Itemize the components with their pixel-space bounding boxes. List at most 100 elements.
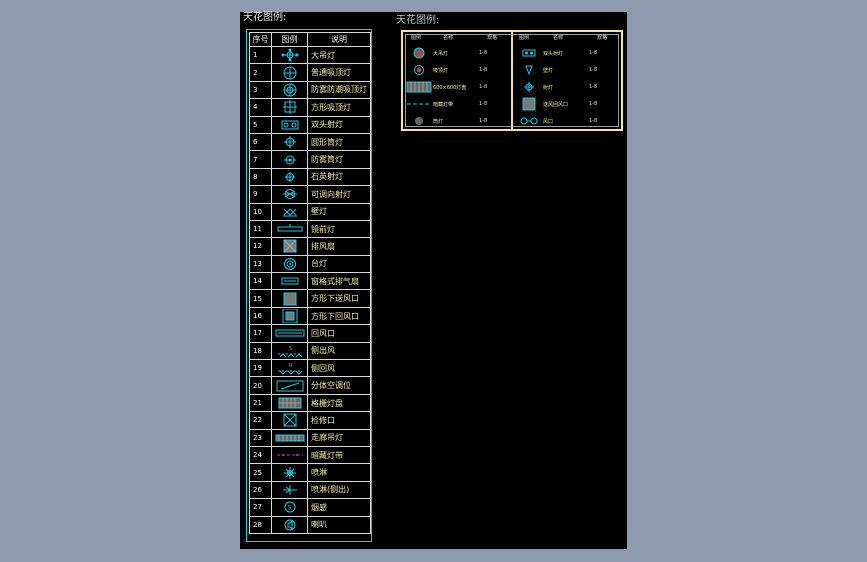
legend-row-number: 1 (249, 45, 272, 65)
legend-row-description: 暗藏灯带 (307, 445, 371, 465)
legend-row-number: 12 (249, 237, 272, 256)
summary-right-row: 壁灯 1-8 (515, 62, 609, 78)
legend-row-number: 10 (249, 202, 272, 221)
summary-row-name: 大吊灯 (433, 50, 449, 57)
legend-row-number: 11 (249, 219, 272, 239)
legend-row-number: 2 (249, 63, 272, 82)
legend-row: 11 镜前灯 (249, 219, 371, 239)
legend-row-number: 20 (249, 376, 272, 395)
summary-right-row: 送风回风口 1-8 (515, 96, 609, 112)
legend-row-number: 7 (249, 150, 272, 169)
svg-text:S: S (287, 505, 291, 512)
legend-row: 1 大吊灯 (249, 45, 371, 65)
summary-symbol-icon (405, 98, 433, 110)
grille-exhaust-icon (271, 272, 308, 291)
summary-row-spec: 1-8 (589, 101, 598, 107)
legend-row: 28 喇叭 (249, 515, 371, 534)
side-supply-icon: S (271, 341, 308, 361)
sprinkler-icon (271, 463, 308, 482)
legend-row-description: 台灯 (307, 254, 371, 274)
summary-right-header-spec: 规格 (597, 35, 608, 41)
double-spotlight-icon (271, 115, 308, 134)
legend-row-number: 14 (249, 272, 272, 291)
legend-row: 24 暗藏灯带 (249, 445, 371, 465)
summary-row-spec: 1-8 (479, 84, 488, 90)
legend-row: 9 可调向射灯 (249, 185, 371, 204)
summary-left-row: 吸顶灯 1-8 (405, 62, 499, 78)
table-lamp-icon (271, 254, 308, 274)
summary-row-spec: 1-8 (589, 118, 598, 124)
summary-symbol-icon (515, 115, 543, 127)
header-symbol: 图例 (271, 32, 308, 47)
quartz-spotlight-icon (271, 167, 308, 187)
legend-row: 26 喷淋(侧出) (249, 480, 371, 500)
legend-row: 17 回风口 (249, 324, 371, 343)
square-supply-vent-icon (271, 289, 308, 308)
legend-row-number: 5 (249, 115, 272, 134)
header-description: 说明 (307, 32, 371, 47)
summary-row-name: 暗藏灯带 (433, 101, 454, 108)
summary-left-header-name: 名称 (443, 35, 454, 41)
summary-left-header-spec: 规格 (487, 35, 498, 41)
exhaust-fan-icon (271, 237, 308, 256)
moisture-ceiling-light-icon (271, 80, 308, 100)
legend-row-number: 3 (249, 80, 272, 100)
svg-text:S: S (289, 346, 292, 352)
legend-row-number: 26 (249, 480, 272, 500)
legend-row-description: 喷淋 (307, 463, 371, 482)
legend-row-number: 8 (249, 167, 272, 187)
smoke-detector-icon: S (271, 498, 308, 517)
summary-legend-box: 图例 名称 规格 图例 名称 规格 大吊灯 1-8 吸顶灯 1-8 600×600灯盘 1… (401, 30, 623, 131)
return-vent-icon (271, 324, 308, 343)
legend-row-number: 25 (249, 463, 272, 482)
legend-row-number: 21 (249, 393, 272, 413)
ceiling-light-icon (271, 63, 308, 82)
chandelier-icon (271, 45, 308, 65)
legend-row-description: 普通吸顶灯 (307, 63, 371, 82)
legend-row-description: 检修口 (307, 411, 371, 430)
legend-row: 18 S 侧出风 (249, 341, 371, 361)
legend-row-number: 13 (249, 254, 272, 274)
wall-lamp-icon (271, 202, 308, 221)
summary-symbol-icon (405, 81, 433, 93)
summary-row-name: 送风回风口 (543, 101, 569, 108)
summary-right-row: 双头射灯 1-8 (515, 45, 609, 61)
summary-left-row: 暗藏灯带 1-8 (405, 96, 499, 112)
legend-row: 12 排风扇 (249, 237, 371, 256)
summary-row-spec: 1-8 (479, 67, 488, 73)
summary-right-row: 射灯 1-8 (515, 79, 609, 95)
legend-row-description: 镜前灯 (307, 219, 371, 239)
legend-row-description: 石英射灯 (307, 167, 371, 187)
legend-row-number: 15 (249, 289, 272, 308)
legend-row: 6 圆形筒灯 (249, 132, 371, 152)
anti-fog-downlight-icon (271, 150, 308, 169)
legend-row-description: 侧出风 (307, 341, 371, 361)
legend-header-row: 序号 图例 说明 (249, 32, 371, 47)
summary-row-spec: 1-8 (589, 50, 598, 56)
legend-row-description: 方形下送风口 (307, 289, 371, 308)
summary-row-name: 双头射灯 (543, 50, 564, 57)
legend-row: 19 R 侧回风 (249, 359, 371, 378)
legend-row: 13 台灯 (249, 254, 371, 274)
summary-symbol-icon (405, 64, 433, 76)
legend-row-number: 24 (249, 445, 272, 465)
access-panel-icon (271, 411, 308, 430)
legend-row-description: 喷淋(侧出) (307, 480, 371, 500)
legend-row-description: 排风扇 (307, 237, 371, 256)
summary-left-row: 大吊灯 1-8 (405, 45, 499, 61)
drawing-viewport[interactable]: 天花图例: 天花图例: 序号 图例 说明 1 大吊灯 2 普通吸顶灯 3 防雾防潮吸顶灯 4… (240, 12, 627, 549)
legend-row: 7 防雾筒灯 (249, 150, 371, 169)
summary-row-spec: 1-8 (589, 84, 598, 90)
summary-left-header-symbol: 图例 (411, 35, 422, 41)
summary-row-spec: 1-8 (479, 118, 488, 124)
legend-row: 15 方形下送风口 (249, 289, 371, 308)
summary-row-spec: 1-8 (479, 50, 488, 56)
summary-symbol-icon (515, 64, 543, 76)
legend-title-right: 天花图例: (396, 15, 440, 26)
legend-row-description: 分体空调位 (307, 376, 371, 395)
legend-row-number: 27 (249, 498, 272, 517)
legend-row-description: 侧回风 (307, 359, 371, 378)
adjustable-spotlight-icon (271, 185, 308, 204)
grille-light-panel-icon (271, 393, 308, 413)
summary-symbol-icon (515, 81, 543, 93)
